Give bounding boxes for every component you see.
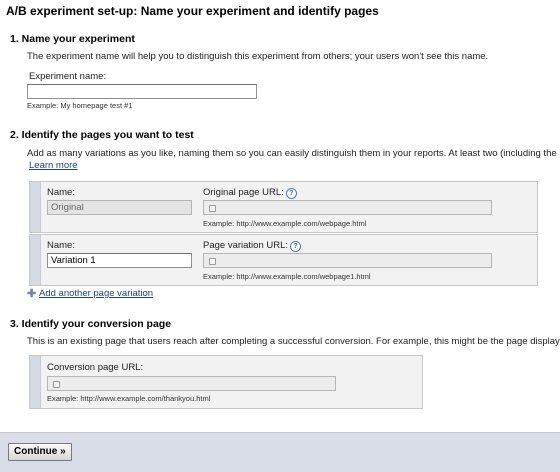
add-page-variation-link[interactable]: Add another page variation — [39, 288, 153, 299]
row-side-bar — [30, 182, 41, 232]
url-lock-icon — [209, 205, 216, 212]
section-description: The experiment name will help you to dis… — [27, 51, 489, 62]
learn-more-link[interactable]: Learn more — [29, 160, 78, 171]
section-heading-conversion-page: 3. Identify your conversion page — [10, 318, 172, 330]
section-heading-identify-pages: 2. Identify the pages you want to test — [10, 129, 194, 141]
variation-url-label: Page variation URL:? — [203, 240, 302, 252]
conversion-url-label: Conversion page URL: — [47, 362, 144, 373]
original-url-label: Original page URL:? — [203, 187, 297, 199]
url-lock-icon — [53, 381, 60, 388]
original-url-input[interactable] — [203, 200, 492, 215]
experiment-name-label: Experiment name: — [29, 71, 107, 82]
footer-bar — [0, 432, 560, 472]
original-name-label: Name: — [47, 187, 75, 198]
original-url-label-text: Original page URL: — [203, 187, 284, 198]
variation-name-label: Name: — [47, 240, 75, 251]
help-icon[interactable]: ? — [285, 188, 297, 199]
conversion-url-example: Example: http://www.example.com/thankyou… — [47, 394, 211, 403]
row-side-bar — [30, 356, 41, 408]
section-description: Add as many variations as you like, nami… — [27, 148, 557, 159]
variation-url-input[interactable] — [203, 253, 492, 268]
experiment-name-input[interactable] — [27, 84, 257, 99]
help-icon[interactable]: ? — [290, 241, 302, 252]
continue-button[interactable]: Continue » — [8, 443, 72, 461]
plus-icon[interactable]: ✚ — [27, 287, 36, 300]
experiment-name-example: Example: My homepage test #1 — [27, 101, 133, 110]
section-heading-name-experiment: 1. Name your experiment — [10, 33, 135, 45]
row-side-bar — [30, 235, 41, 285]
conversion-url-input[interactable] — [47, 376, 336, 391]
page-title: A/B experiment set-up: Name your experim… — [6, 4, 379, 18]
url-lock-icon — [209, 258, 216, 265]
variation-name-input[interactable] — [47, 253, 192, 268]
original-name-input — [47, 200, 192, 215]
variation-url-label-text: Page variation URL: — [203, 240, 289, 251]
section-description: This is an existing page that users reac… — [27, 336, 560, 347]
variation-url-example: Example: http://www.example.com/webpage1… — [203, 272, 371, 281]
original-url-example: Example: http://www.example.com/webpage.… — [203, 219, 367, 228]
